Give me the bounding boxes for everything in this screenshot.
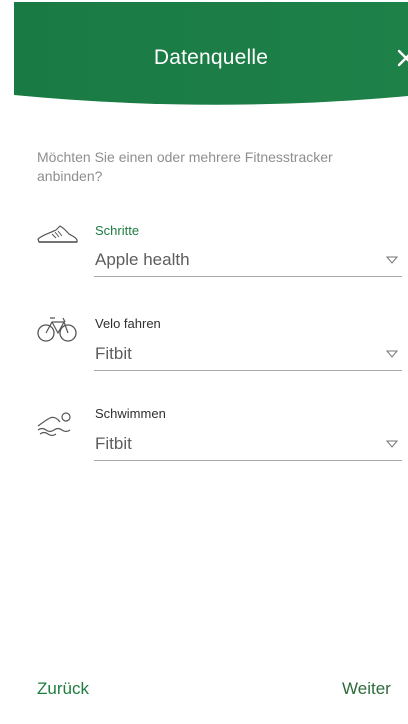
- activity-label-steps: Schritte: [95, 223, 140, 238]
- activity-label-cycling: Velo fahren: [95, 316, 161, 331]
- swimmer-icon: [36, 410, 80, 438]
- close-icon: [397, 49, 408, 67]
- source-select-steps[interactable]: Apple health: [94, 246, 402, 277]
- page-title: Datenquelle: [153, 46, 269, 69]
- chevron-down-icon: [386, 350, 398, 358]
- chevron-down-icon: [386, 440, 398, 448]
- select-value: Fitbit: [95, 344, 132, 363]
- intro-text: Möchten Sie einen oder mehrere Fitnesstr…: [37, 149, 333, 184]
- back-button[interactable]: Zurück: [37, 679, 89, 699]
- next-button[interactable]: Weiter: [342, 679, 391, 699]
- close-button[interactable]: [394, 46, 408, 70]
- shoe-icon: [36, 220, 80, 248]
- header: Datenquelle: [14, 2, 408, 112]
- source-select-swimming[interactable]: Fitbit: [94, 430, 402, 461]
- bicycle-icon: [36, 314, 80, 342]
- select-value: Fitbit: [95, 434, 132, 453]
- source-select-cycling[interactable]: Fitbit: [94, 340, 402, 371]
- select-value: Apple health: [95, 250, 190, 269]
- chevron-down-icon: [386, 256, 398, 264]
- activity-label-swimming: Schwimmen: [95, 406, 166, 421]
